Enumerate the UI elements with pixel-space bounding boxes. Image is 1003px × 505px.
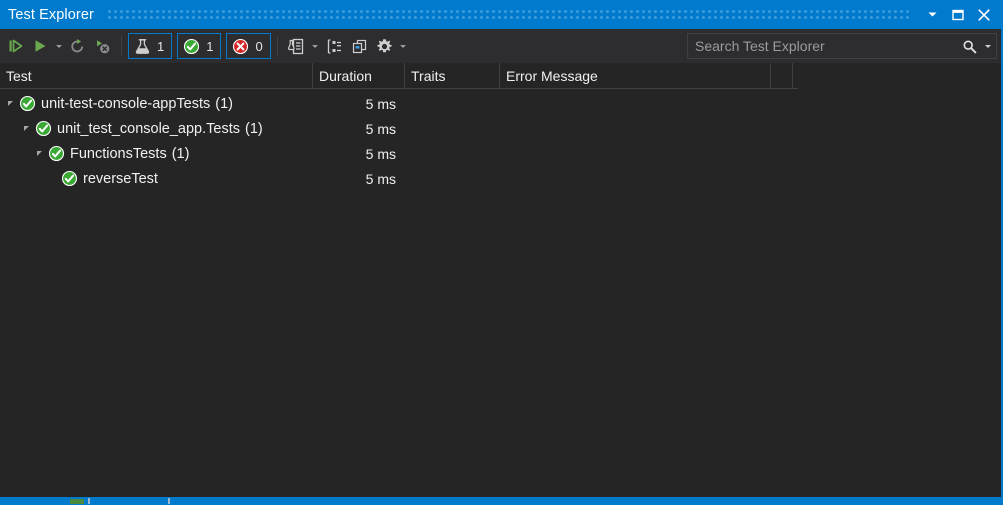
check-circle-icon — [46, 145, 67, 162]
status-bar-tick — [88, 498, 90, 504]
column-header-duration[interactable]: Duration — [313, 63, 405, 88]
group-by-button[interactable] — [322, 33, 347, 59]
toolbar-separator-2 — [276, 36, 278, 56]
title-bar-grip[interactable] — [107, 8, 909, 21]
settings-dropdown-icon[interactable] — [397, 33, 410, 59]
dropdown-icon[interactable] — [919, 2, 945, 28]
test-node[interactable]: unit_test_console_app.Tests (1) — [0, 120, 313, 137]
test-node-label: unit_test_console_app.Tests — [57, 120, 240, 137]
filter-failed-button[interactable]: 0 — [226, 33, 271, 59]
test-duration: 5 ms — [365, 170, 396, 187]
table-row[interactable]: unit_test_console_app.Tests (1) 5 ms — [0, 116, 798, 141]
status-bar-tick — [168, 498, 170, 504]
content-area: Test Duration Traits Error Message unit-… — [0, 63, 1003, 497]
toolbar-separator-1 — [121, 36, 122, 56]
check-circle-icon — [184, 38, 200, 54]
check-circle-icon — [59, 170, 80, 187]
maximize-icon[interactable] — [945, 2, 971, 28]
test-list-pane: Test Duration Traits Error Message unit-… — [0, 63, 798, 497]
test-duration: 5 ms — [365, 95, 396, 112]
test-node-count: (1) — [245, 120, 263, 137]
test-node-label: unit-test-console-appTests — [41, 95, 211, 112]
search-icon[interactable] — [958, 39, 980, 54]
search-dropdown-icon[interactable] — [980, 44, 996, 48]
playlist-dropdown-icon[interactable] — [309, 33, 322, 59]
filter-passed-count: 1 — [206, 38, 214, 54]
test-explorer-window: Test Explorer 1 1 0 Search Test Explorer… — [0, 0, 1003, 505]
search-input[interactable] — [688, 38, 958, 54]
close-icon[interactable] — [971, 2, 997, 28]
filter-group: 1 1 0 — [128, 33, 271, 59]
filter-passed-button[interactable]: 1 — [177, 33, 222, 59]
status-bar-indicator — [70, 499, 84, 504]
test-duration: 5 ms — [365, 120, 396, 137]
status-bar — [0, 497, 1003, 505]
test-duration: 5 ms — [365, 145, 396, 162]
filter-failed-count: 0 — [255, 38, 263, 54]
settings-button[interactable] — [372, 33, 397, 59]
flask-icon — [135, 38, 150, 54]
expander-icon[interactable] — [20, 126, 33, 131]
run-button[interactable] — [28, 33, 52, 59]
filter-total-count: 1 — [157, 38, 165, 54]
expander-icon[interactable] — [4, 101, 17, 106]
column-header-row: Test Duration Traits Error Message — [0, 63, 798, 89]
run-all-button[interactable] — [4, 33, 28, 59]
title-bar: Test Explorer — [0, 0, 1003, 29]
expander-icon[interactable] — [33, 151, 46, 156]
test-node-label: FunctionsTests — [70, 145, 167, 162]
repeat-last-run-button[interactable] — [65, 33, 90, 59]
check-circle-icon — [33, 120, 54, 137]
column-header-traits[interactable]: Traits — [405, 63, 500, 88]
test-node[interactable]: unit-test-console-appTests (1) — [0, 95, 313, 112]
test-node[interactable]: reverseTest — [0, 170, 313, 187]
test-tree: unit-test-console-appTests (1) 5 ms unit… — [0, 89, 798, 497]
table-row[interactable]: reverseTest 5 ms — [0, 166, 798, 191]
table-row[interactable]: unit-test-console-appTests (1) 5 ms — [0, 91, 798, 116]
run-dropdown-icon[interactable] — [52, 33, 65, 59]
test-node-label: reverseTest — [83, 170, 158, 187]
test-node[interactable]: FunctionsTests (1) — [0, 145, 313, 162]
toolbar: 1 1 0 — [0, 29, 1003, 63]
column-header-error-message[interactable]: Error Message — [500, 63, 771, 88]
column-header-filler — [771, 63, 793, 88]
page-title: Test Explorer — [8, 6, 94, 23]
column-header-test[interactable]: Test — [0, 63, 313, 88]
error-circle-icon — [233, 38, 249, 54]
check-circle-icon — [17, 95, 38, 112]
table-row[interactable]: FunctionsTests (1) 5 ms — [0, 141, 798, 166]
search-box[interactable] — [687, 33, 997, 59]
window-controls — [919, 0, 1003, 29]
test-node-count: (1) — [171, 145, 190, 162]
playlist-button[interactable] — [284, 33, 309, 59]
additional-output-button[interactable] — [347, 33, 372, 59]
filter-total-button[interactable]: 1 — [128, 33, 173, 59]
test-detail-pane — [803, 63, 1003, 497]
test-node-count: (1) — [215, 95, 233, 112]
cancel-run-button[interactable] — [90, 33, 115, 59]
